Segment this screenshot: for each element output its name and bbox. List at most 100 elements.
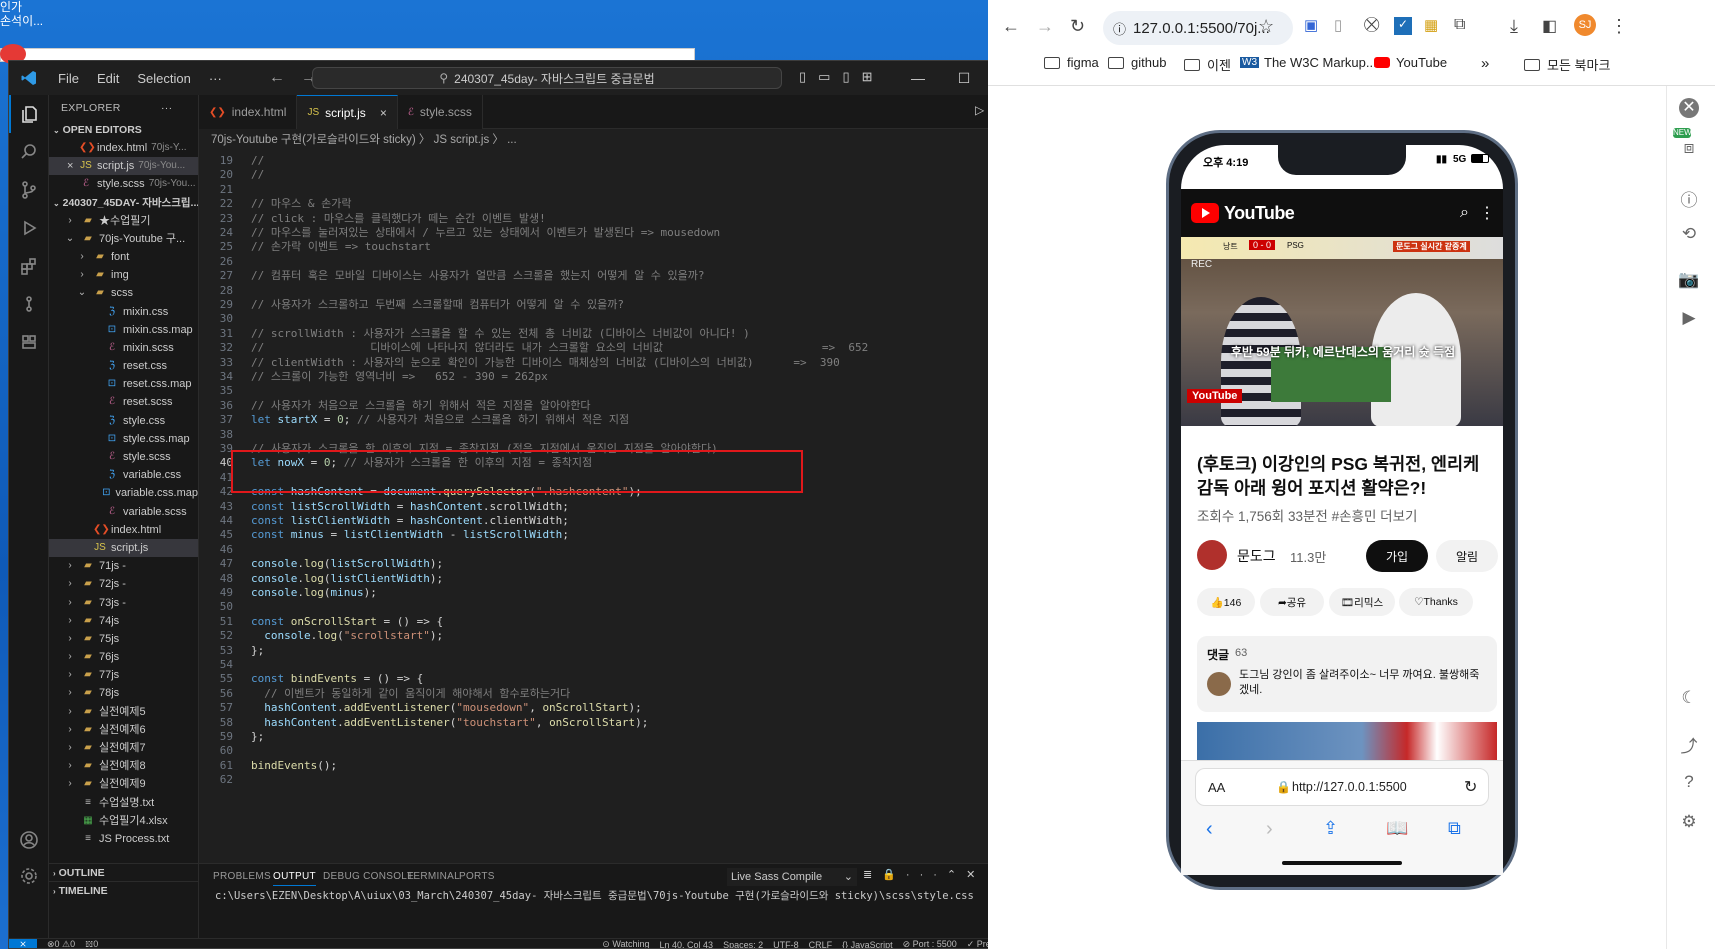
screenshot-camera-icon[interactable]: 📷 [1676, 270, 1702, 296]
code-line[interactable]: console.log("scrollstart"); [251, 628, 443, 644]
tree-item[interactable]: ⊡ reset.css.map [49, 375, 198, 393]
extension-4-icon[interactable]: ✓ [1394, 17, 1412, 35]
panel-actions[interactable]: ≣🔒···⌃✕ [863, 868, 985, 881]
encoding[interactable]: UTF-8 [773, 940, 799, 949]
bookmarks-overflow-icon[interactable]: » [1481, 55, 1489, 72]
problems-count[interactable]: ⊗0 ⚠0 [47, 939, 75, 948]
more-actions-icon[interactable]: ··· [161, 95, 172, 121]
source-control-icon[interactable] [9, 171, 49, 209]
safari-address-bar[interactable]: AA 🔒 http://127.0.0.1:5500 ↻ [1195, 768, 1489, 806]
record-video-icon[interactable]: ▶ [1676, 308, 1702, 334]
back-arrow-icon[interactable]: ← [1002, 16, 1020, 37]
run-debug-icon[interactable] [9, 209, 49, 247]
tree-item[interactable]: ❮❯ index.html [49, 521, 198, 539]
account-icon[interactable] [9, 821, 49, 859]
language-mode[interactable]: {} JavaScript [842, 940, 893, 949]
settings-gear-icon[interactable]: ⚙ [1676, 812, 1702, 838]
live-server-port[interactable]: ⊘ Port : 5500 [903, 939, 957, 948]
next-video-thumbnail[interactable] [1197, 722, 1497, 760]
close-icon[interactable]: × [67, 157, 79, 175]
extension-2-icon[interactable]: ▯ [1334, 16, 1342, 34]
tree-item[interactable]: ℨstyle.css [49, 412, 198, 430]
tree-item[interactable]: ℰreset.scss [49, 393, 198, 411]
indentation[interactable]: Spaces: 2 [723, 940, 763, 949]
video-title[interactable]: (후토크) 이강인의 PSG 복귀전, 엔리케 감독 아래 윙어 포지션 활약은… [1197, 452, 1497, 500]
safari-aa-button[interactable]: AA [1208, 780, 1225, 795]
toggle-panel-icon[interactable]: ▭ [818, 69, 830, 85]
workspace-root-folder[interactable]: ⌄ 240307_45DAY- 자바스크립... [49, 194, 198, 212]
tab-ports[interactable]: PORTS [459, 871, 495, 882]
download-icon[interactable]: ⤓ [1510, 16, 1518, 37]
code-line[interactable]: // 사용자가 스크롤하고 두번째 스크롤할때 컴퓨터가 어떻게 알 수 있을까… [251, 297, 624, 313]
menu-more[interactable]: ··· [200, 71, 231, 86]
safari-reload-icon[interactable]: ↻ [1464, 777, 1477, 797]
code-line[interactable]: let startX = 0; // 사용자가 처음으로 스크롤을 하기 위해서… [251, 412, 629, 428]
tree-item[interactable]: ℰvariable.scss [49, 503, 198, 521]
tree-item[interactable]: ℨmixin.css [49, 303, 198, 321]
remote-explorer-icon[interactable] [9, 323, 49, 361]
code-line[interactable]: // 손가락 이벤트 => touchstart [251, 239, 431, 255]
side-panel-icon[interactable]: ◧ [1542, 16, 1557, 36]
bookmark-4[interactable]: YouTube [1374, 55, 1447, 70]
code-line[interactable]: console.log(minus); [251, 585, 377, 601]
ports-count[interactable]: 𝍌0 [85, 939, 98, 948]
code-line[interactable]: const minus = listClientWidth - listScro… [251, 527, 569, 543]
code-line[interactable]: bindEvents(); [251, 758, 337, 774]
search-icon[interactable] [9, 133, 49, 171]
extension-1-icon[interactable]: ▣ [1304, 16, 1318, 34]
menu-file[interactable]: File [49, 71, 88, 86]
tree-item[interactable]: ⌄ ▰ scss [49, 284, 198, 302]
desktop-icon-label[interactable]: 인가 손석이... [0, 0, 60, 28]
customize-layout-icon[interactable]: ⊞ [862, 69, 873, 85]
tree-item[interactable]: ℰstyle.scss [49, 448, 198, 466]
join-button[interactable]: 가입 [1366, 540, 1428, 572]
channel-name[interactable]: 문도그 [1237, 546, 1276, 566]
tab-debug-console[interactable]: DEBUG CONSOLE [323, 871, 414, 882]
code-line[interactable]: // 스크롤이 가능한 영역너비 => 652 - 390 = 262px [251, 369, 548, 385]
tree-item[interactable]: ℨvariable.css [49, 466, 198, 484]
code-editor[interactable]: 19//20//21 22// 마우스 & 손가락 23// click : 마우스… [199, 151, 1031, 863]
minimize-button[interactable]: — [895, 70, 941, 86]
action-pill-2[interactable]: 🎞리믹스 [1329, 588, 1395, 616]
tree-item[interactable]: › ▰ ★수업필기 [49, 212, 198, 230]
all-bookmarks-folder[interactable]: 모든 북마크 [1524, 55, 1610, 74]
tree-item[interactable]: › ▰ 72js - [49, 575, 198, 593]
bookmark-0[interactable]: figma [1044, 55, 1099, 70]
toggle-secondary-sidebar-icon[interactable]: ▯ [842, 69, 849, 85]
extension-5-icon[interactable]: ▦ [1424, 16, 1438, 34]
back-arrow-icon[interactable]: ← [261, 69, 293, 87]
youtube-logo-icon[interactable] [1191, 203, 1219, 223]
share-icon[interactable]: ⤴ [1676, 732, 1702, 758]
extensions-puzzle-icon[interactable]: ⧉ [1454, 16, 1465, 34]
tab-script-js[interactable]: JS script.js × [297, 95, 398, 129]
tree-item[interactable]: › ▰ 75js [49, 630, 198, 648]
hashtag[interactable]: #손흥민 [1332, 509, 1377, 524]
tree-item[interactable]: › ▰ 71js - [49, 557, 198, 575]
breadcrumb[interactable]: 70js-Youtube 구현(가로슬라이드와 sticky) 〉 JS scr… [199, 129, 1031, 151]
close-icon[interactable]: ✕ [1679, 98, 1699, 118]
safari-bookmarks-icon[interactable]: 📖 [1386, 818, 1408, 839]
timeline-section[interactable]: › TIMELINE [49, 881, 198, 899]
tree-item[interactable]: ⊡ mixin.css.map [49, 321, 198, 339]
profile-avatar[interactable]: SJ [1574, 14, 1596, 36]
tree-item[interactable]: ℰmixin.scss [49, 339, 198, 357]
site-info-icon[interactable]: ⓘ [1113, 19, 1126, 38]
extension-3-icon[interactable]: ⛒ [1364, 16, 1379, 33]
explorer-files-icon[interactable] [9, 95, 49, 133]
comments-card[interactable]: 댓글 63 도그님 강인이 좀 살려주이소~ 너무 까여요. 불쌍해죽겠네. [1197, 636, 1497, 712]
tree-item[interactable]: › ▰ 실전예제8 [49, 757, 198, 775]
rotate-icon[interactable]: ⟲ [1676, 224, 1702, 250]
tab-style-scss[interactable]: ℰstyle.scss [397, 95, 483, 129]
outline-section[interactable]: › OUTLINE [49, 863, 198, 881]
cursor-position[interactable]: Ln 40, Col 43 [660, 940, 714, 949]
code-line[interactable]: hashContent.addEventListener("touchstart… [251, 715, 648, 731]
video-player[interactable]: 낭트 0 - 0 PSG 문도그 실시간 같중계 REC YouTube [1181, 237, 1503, 426]
tree-item[interactable]: › ▰ 78js [49, 684, 198, 702]
info-icon[interactable]: ⓘ [1676, 186, 1702, 212]
extensions-icon[interactable] [9, 247, 49, 285]
tab-output[interactable]: OUTPUT [273, 871, 316, 886]
tree-item[interactable]: › ▰ 실전예제7 [49, 739, 198, 757]
safari-back-icon[interactable]: ‹ [1206, 818, 1213, 841]
eol[interactable]: CRLF [809, 940, 833, 949]
action-pill-1[interactable]: ➦공유 [1260, 588, 1324, 616]
